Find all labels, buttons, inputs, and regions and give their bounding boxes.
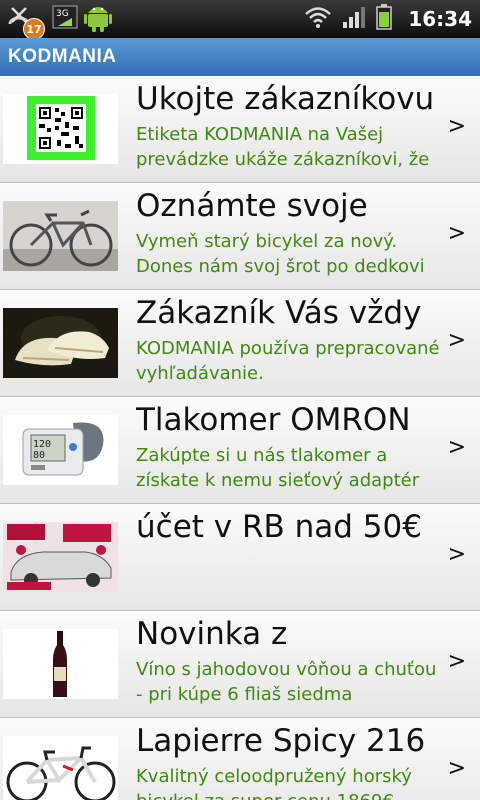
battery-icon bbox=[376, 4, 393, 34]
status-bar: 17 3G 16:34 bbox=[0, 0, 480, 40]
item-description: Vymeň starý bicykel za nový. Dones nám s… bbox=[136, 231, 425, 277]
clock: 16:34 bbox=[408, 7, 472, 31]
svg-text:120: 120 bbox=[33, 439, 51, 450]
item-title: Novinka z bbox=[136, 616, 288, 652]
shoes-image bbox=[3, 308, 118, 378]
network-type-label: 3G bbox=[56, 9, 69, 19]
system-status-area: 16:34 bbox=[304, 0, 472, 38]
wine-bottle-image bbox=[3, 629, 118, 699]
blood-pressure-monitor-image: 120 80 bbox=[3, 415, 118, 485]
item-title: Ukojte zákazníkovu bbox=[136, 81, 435, 117]
list-item[interactable]: účet v RB nad 50€ > bbox=[0, 504, 480, 611]
item-title: Zákazník Vás vždy bbox=[136, 295, 422, 331]
item-description: Kvalitný celoodpružený horský bicykel za… bbox=[136, 766, 412, 800]
list-item[interactable]: Zákazník Vás vždy KODMANIA používa prepr… bbox=[0, 290, 480, 397]
wifi-icon bbox=[304, 5, 332, 33]
item-title: účet v RB nad 50€ bbox=[136, 509, 422, 545]
app-title-bar: KODMANIA bbox=[0, 38, 480, 77]
item-title: Tlakomer OMRON bbox=[136, 402, 411, 438]
item-description bbox=[136, 550, 440, 600]
item-title: Lapierre Spicy 216 bbox=[136, 723, 426, 759]
item-description: Víno s jahodovou vôňou a chuťou - pri kú… bbox=[136, 659, 437, 705]
item-description: Etiketa KODMANIA na Vašej prevádzke ukáž… bbox=[136, 124, 430, 170]
signal-icon bbox=[342, 5, 366, 33]
item-description: Zakúpte si u nás tlakomer a získate k ne… bbox=[136, 445, 420, 491]
offers-list[interactable]: Ukojte zákazníkovu Etiketa KODMANIA na V… bbox=[0, 76, 480, 800]
app-title: KODMANIA bbox=[8, 46, 117, 67]
chevron-right-icon: > bbox=[447, 114, 466, 139]
chevron-right-icon: > bbox=[447, 221, 466, 246]
mountain-bike-image bbox=[3, 736, 118, 800]
chevron-right-icon: > bbox=[447, 542, 466, 567]
car-promo-image bbox=[3, 522, 118, 592]
chevron-right-icon: > bbox=[447, 435, 466, 460]
old-bicycle-image bbox=[3, 201, 118, 271]
list-item[interactable]: Ukojte zákazníkovu Etiketa KODMANIA na V… bbox=[0, 76, 480, 183]
chevron-right-icon: > bbox=[447, 328, 466, 353]
notification-count-badge: 17 bbox=[23, 18, 45, 40]
data-icon: 3G bbox=[52, 5, 78, 33]
notification-area[interactable]: 17 3G bbox=[6, 1, 112, 40]
item-description: KODMANIA používa prepracované vyhľadávan… bbox=[136, 338, 440, 384]
qr-code-sticker-image bbox=[3, 94, 118, 164]
item-title: Oznámte svoje bbox=[136, 188, 368, 224]
android-icon bbox=[84, 1, 112, 37]
svg-text:80: 80 bbox=[33, 450, 45, 461]
list-item[interactable]: 120 80 Tlakomer OMRON Zakúpte si u nás t… bbox=[0, 397, 480, 504]
list-item[interactable]: Novinka z Víno s jahodovou vôňou a chuťo… bbox=[0, 611, 480, 718]
chevron-right-icon: > bbox=[447, 649, 466, 674]
chevron-right-icon: > bbox=[447, 756, 466, 781]
list-item[interactable]: Lapierre Spicy 216 Kvalitný celoodpružen… bbox=[0, 718, 480, 800]
list-item[interactable]: Oznámte svoje Vymeň starý bicykel za nov… bbox=[0, 183, 480, 290]
